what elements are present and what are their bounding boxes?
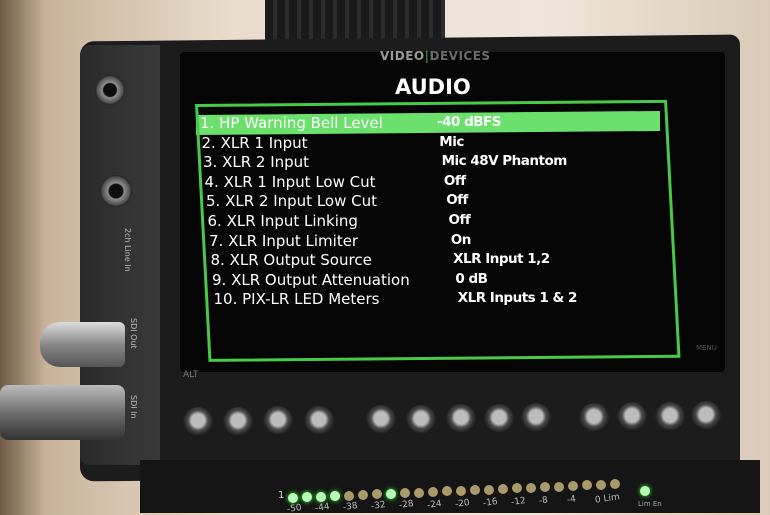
meter-led xyxy=(498,484,508,494)
menu-item-label: 2. XLR 1 Input xyxy=(201,133,308,152)
alt-label: ALT xyxy=(183,370,199,380)
meter-scale-label: -8 xyxy=(538,495,549,507)
meter-scale-label: -44 xyxy=(314,502,331,515)
meter-scale-label: -20 xyxy=(454,497,471,510)
menu-item-value: On xyxy=(450,231,472,248)
lim-en-led xyxy=(640,486,650,496)
meter-led xyxy=(288,493,298,503)
menu-item[interactable]: 5. XLR 2 Input Low Cut Off xyxy=(206,192,468,211)
menu-item-label: 4. XLR 1 Input Low Cut xyxy=(204,172,376,191)
menu-item-label: 6. XLR Input Linking xyxy=(207,212,358,230)
soft-key-button[interactable] xyxy=(366,405,396,435)
meter-scale-label: -16 xyxy=(482,496,499,509)
soft-key-button[interactable] xyxy=(223,406,253,437)
sdi-out-label: SDI Out xyxy=(129,318,138,349)
menu-item[interactable]: 10. PIX-LR LED Meters XLR Inputs 1 & 2 xyxy=(213,290,578,309)
soft-key-button[interactable] xyxy=(691,401,721,431)
soft-key-button[interactable] xyxy=(406,404,436,435)
headphone-jack[interactable] xyxy=(95,75,125,105)
menu-item[interactable]: 4. XLR 1 Input Low Cut Off xyxy=(204,172,467,191)
meter-led xyxy=(456,485,466,496)
brand-logo: VIDEO|DEVICES xyxy=(380,49,491,63)
menu-item[interactable]: 3. XLR 2 Input Mic 48V Phantom xyxy=(203,153,567,172)
menu-item-value: XLR Input 1,2 xyxy=(453,251,550,268)
menu-item-value: -40 dBFS xyxy=(437,114,502,130)
menu-item[interactable]: 2. XLR 1 Input Mic xyxy=(201,133,465,152)
sdi-in-connector[interactable] xyxy=(0,385,125,440)
menu-item-value: Off xyxy=(446,192,468,209)
menu-item-label: 3. XLR 2 Input xyxy=(203,153,310,172)
meter-scale-label: -50 xyxy=(286,503,303,515)
menu-item[interactable]: 7. XLR Input Limiter On xyxy=(209,231,471,250)
meter-led xyxy=(316,491,326,502)
menu-item-label: 9. XLR Output Attenuation xyxy=(212,270,410,289)
soft-key-button[interactable] xyxy=(304,405,334,436)
menu-item[interactable]: 1. HP Warning Bell Level -40 dBFS xyxy=(200,114,502,132)
menu-item-value: Off xyxy=(448,212,471,228)
soft-key-button[interactable] xyxy=(263,406,293,436)
menu-item-label: 8. XLR Output Source xyxy=(210,251,372,270)
page-title: AUDIO xyxy=(395,75,471,99)
meter-led xyxy=(554,481,564,492)
meter-led xyxy=(428,487,438,497)
line-in-label: 2ch Line In xyxy=(123,228,132,272)
menu-item[interactable]: 9. XLR Output Attenuation 0 dB xyxy=(212,270,488,289)
soft-key-button[interactable] xyxy=(655,401,685,432)
meter-channel-label: 1 xyxy=(278,490,285,501)
menu-item-value: 0 dB xyxy=(455,270,488,287)
soft-key-button[interactable] xyxy=(617,402,647,432)
soft-key-button[interactable] xyxy=(446,404,476,434)
menu-item-label: 5. XLR 2 Input Low Cut xyxy=(206,192,377,211)
meter-led xyxy=(386,488,396,499)
menu-item-value: XLR Inputs 1 & 2 xyxy=(457,290,578,307)
lim-en-label: Lim En xyxy=(638,500,662,508)
meter-scale-label: -24 xyxy=(426,498,443,511)
meter-led xyxy=(344,490,354,501)
menu-item-label: 1. HP Warning Bell Level xyxy=(200,114,383,132)
soft-key-button[interactable] xyxy=(521,403,551,433)
line-in-jack[interactable] xyxy=(100,175,132,207)
menu-item-value: Mic xyxy=(439,133,464,150)
menu-label: MENU xyxy=(696,344,717,352)
sdi-in-label: SDI In xyxy=(129,395,138,419)
meter-led xyxy=(526,482,536,493)
menu-item-value: Off xyxy=(443,172,466,189)
menu-item[interactable]: 6. XLR Input Linking Off xyxy=(207,212,471,230)
sdi-out-connector[interactable] xyxy=(40,322,125,367)
menu-item-label: 10. PIX-LR LED Meters xyxy=(213,290,380,309)
menu-item-value: Mic 48V Phantom xyxy=(441,153,568,170)
meter-led xyxy=(414,487,424,498)
meter-led xyxy=(484,484,494,495)
meter-led xyxy=(358,490,368,500)
menu-item[interactable]: 8. XLR Output Source XLR Input 1,2 xyxy=(210,251,551,270)
meter-led xyxy=(568,481,578,491)
soft-key-button[interactable] xyxy=(484,403,514,434)
menu-item-label: 7. XLR Input Limiter xyxy=(209,231,359,250)
meter-scale-label: -4 xyxy=(566,494,577,506)
meter-scale-label: -12 xyxy=(510,495,527,508)
soft-key-button[interactable] xyxy=(579,402,609,433)
soft-key-button[interactable] xyxy=(183,407,213,437)
meter-led xyxy=(596,479,606,490)
